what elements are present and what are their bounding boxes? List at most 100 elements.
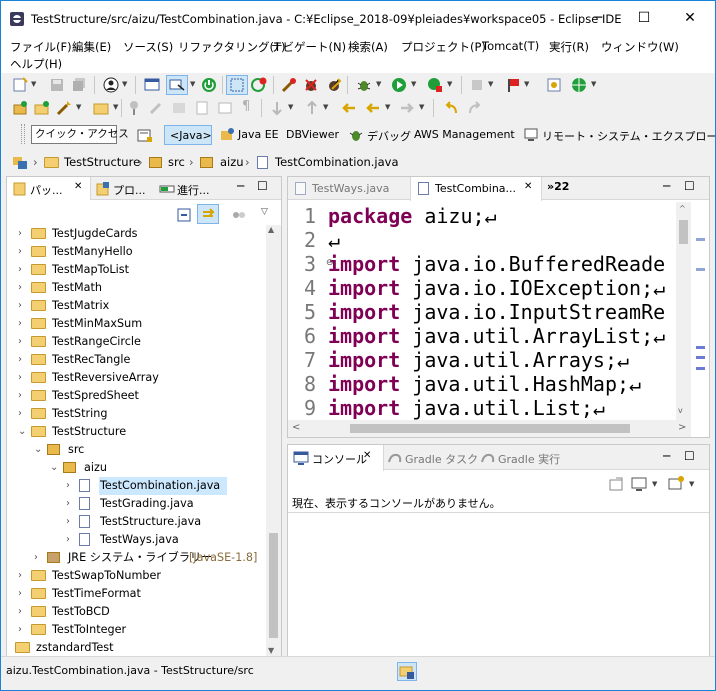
chevron-up-icon[interactable]: ^ (679, 204, 686, 213)
chevron-down-icon[interactable]: ▼ (122, 80, 127, 88)
editor-hscroll-thumb[interactable] (350, 424, 630, 433)
chevron-right-icon[interactable]: › (18, 279, 22, 297)
tree-item[interactable]: ⌄ aizu (7, 459, 265, 477)
perspective-java[interactable]: <Java> (164, 125, 212, 145)
save-icon[interactable] (49, 77, 65, 93)
forward-icon[interactable] (399, 100, 415, 116)
word-wrap-icon[interactable] (217, 100, 233, 116)
scroll-down-icon[interactable]: v (678, 406, 683, 415)
chevron-right-icon[interactable]: › (18, 405, 22, 423)
scroll-up-icon[interactable]: ▲ (268, 225, 274, 234)
tree-item[interactable]: › JRE システム・ライブラリー [JavaSE-1.8] (7, 549, 265, 567)
chevron-right-icon[interactable]: › (18, 621, 22, 639)
perspective-debug[interactable]: デバッグ (367, 128, 411, 144)
chevron-down-icon[interactable]: ⌄ (18, 423, 26, 441)
tree-item[interactable]: › TestCombination.java (7, 477, 265, 495)
menu-window[interactable]: ウィンドウ(W) (601, 39, 679, 55)
new-console-icon[interactable] (668, 476, 684, 492)
external-tools-icon[interactable] (546, 77, 562, 93)
display-console-icon[interactable] (631, 476, 647, 492)
code-area[interactable]: 1 package aizu;↵ 2 ↵ 3 import java.io.Buffere… (288, 202, 676, 420)
menu-project[interactable]: プロジェクト(P) (401, 39, 486, 55)
tree-scrollbar[interactable]: ▲ ▼ (266, 225, 281, 660)
tree-item[interactable]: › TestWays.java (7, 531, 265, 549)
tree-item[interactable]: › TestStructure.java (7, 513, 265, 531)
chevron-down-icon[interactable]: ▼ (385, 103, 390, 111)
tree-item[interactable]: ⌄ src (7, 441, 265, 459)
refresh-error-icon[interactable] (251, 77, 267, 93)
tab-console[interactable]: コンソール ✕ (288, 445, 384, 471)
tree-item[interactable]: › TestRecTangle (7, 351, 265, 369)
last-edit-icon[interactable] (341, 100, 357, 116)
minimize-editor-icon[interactable]: ─ (663, 179, 670, 193)
tree-item[interactable]: › TestGrading.java (7, 495, 265, 513)
chevron-right-icon[interactable]: › (18, 351, 22, 369)
pilcrow-icon[interactable]: ¶ (242, 99, 250, 114)
close-icon[interactable]: ✕ (363, 450, 371, 461)
chevron-right-icon[interactable]: › (18, 261, 22, 279)
quick-access-input[interactable]: クイック・アクセス (31, 125, 129, 144)
ruler-marker[interactable] (696, 346, 705, 349)
maximize-view-icon[interactable]: ☐ (257, 179, 268, 193)
chevron-down-icon[interactable]: ▼ (411, 80, 416, 88)
breadcrumb-src[interactable]: src (168, 155, 185, 169)
menu-navigate[interactable]: ナビゲート(N) (271, 39, 346, 55)
chevron-right-icon[interactable]: › (18, 225, 22, 243)
ruler-marker[interactable] (696, 367, 705, 370)
chevron-right-icon[interactable]: › (18, 567, 22, 585)
power-icon[interactable] (201, 77, 217, 93)
redo-icon[interactable] (467, 100, 483, 116)
annotation-icon[interactable] (171, 100, 187, 116)
new-icon[interactable] (12, 77, 28, 93)
menu-search[interactable]: 検索(A) (348, 39, 388, 55)
fold-icon[interactable]: ⊖ (326, 258, 334, 268)
back-icon[interactable] (365, 100, 381, 116)
tree-item[interactable]: › TestMath (7, 279, 265, 297)
editor-vscroll-thumb[interactable] (679, 220, 688, 244)
tree-item[interactable]: › TestToBCD (7, 603, 265, 621)
chevron-down-icon[interactable]: ▼ (376, 80, 381, 88)
pin-icon[interactable] (126, 100, 142, 116)
debug-icon[interactable] (356, 77, 372, 93)
debug-perspective-icon[interactable] (348, 127, 364, 143)
perspective-aws[interactable]: AWS Management (414, 128, 515, 141)
chevron-down-icon[interactable]: ⌄ (50, 459, 58, 477)
run-external-icon[interactable] (427, 77, 443, 93)
menu-file[interactable]: ファイル(F) (10, 39, 72, 55)
tree-item[interactable]: › TestReversiveArray (7, 369, 265, 387)
chevron-right-icon[interactable]: › (18, 297, 22, 315)
maximize-button[interactable]: ☐ (621, 1, 667, 35)
tab-gradle-executions[interactable]: Gradle 実行 (498, 451, 560, 467)
stop-icon[interactable] (469, 77, 485, 93)
chevron-right-icon[interactable]: › (34, 549, 38, 567)
bug-tool-icon[interactable] (326, 77, 342, 93)
breadcrumb-file[interactable]: TestCombination.java (275, 155, 399, 169)
ruler-marker[interactable] (696, 268, 705, 271)
perspective-java-ee[interactable]: Java EE (238, 128, 279, 141)
menu-help[interactable]: ヘルプ(H) (10, 56, 62, 72)
open-folder-icon[interactable] (93, 100, 109, 116)
chevron-down-icon[interactable]: ▼ (591, 80, 596, 88)
tab-package-explorer[interactable]: パッ... ✕ (7, 177, 91, 200)
chevron-down-icon[interactable]: ▼ (288, 103, 293, 111)
chevron-down-icon[interactable]: ▼ (31, 80, 36, 88)
terminal-icon[interactable] (144, 77, 160, 93)
chevron-right-icon[interactable]: › (18, 387, 22, 405)
ruler-marker[interactable] (696, 356, 705, 359)
chevron-right-icon[interactable]: › (66, 477, 70, 495)
tree-item[interactable]: › TestRangeCircle (7, 333, 265, 351)
editor-vscrollbar[interactable]: ^ v (676, 202, 691, 420)
menu-run[interactable]: 実行(R) (549, 39, 589, 55)
tree-item[interactable]: › TestSwapToNumber (7, 567, 265, 585)
chevron-down-icon[interactable]: ▼ (652, 480, 657, 488)
tab-project-explorer[interactable]: プロ... (113, 182, 146, 198)
breadcrumb-toggle-icon[interactable] (169, 77, 185, 93)
view-menu-icon[interactable]: ▽ (261, 207, 268, 217)
run-icon[interactable] (391, 77, 407, 93)
wand-icon[interactable] (56, 100, 72, 116)
chevron-down-icon[interactable]: ▼ (488, 80, 493, 88)
close-icon[interactable]: ✕ (524, 181, 532, 192)
chevron-right-icon[interactable]: › (18, 315, 22, 333)
chevron-right-icon[interactable]: › (66, 531, 70, 549)
bug-remove-icon[interactable] (303, 77, 319, 93)
